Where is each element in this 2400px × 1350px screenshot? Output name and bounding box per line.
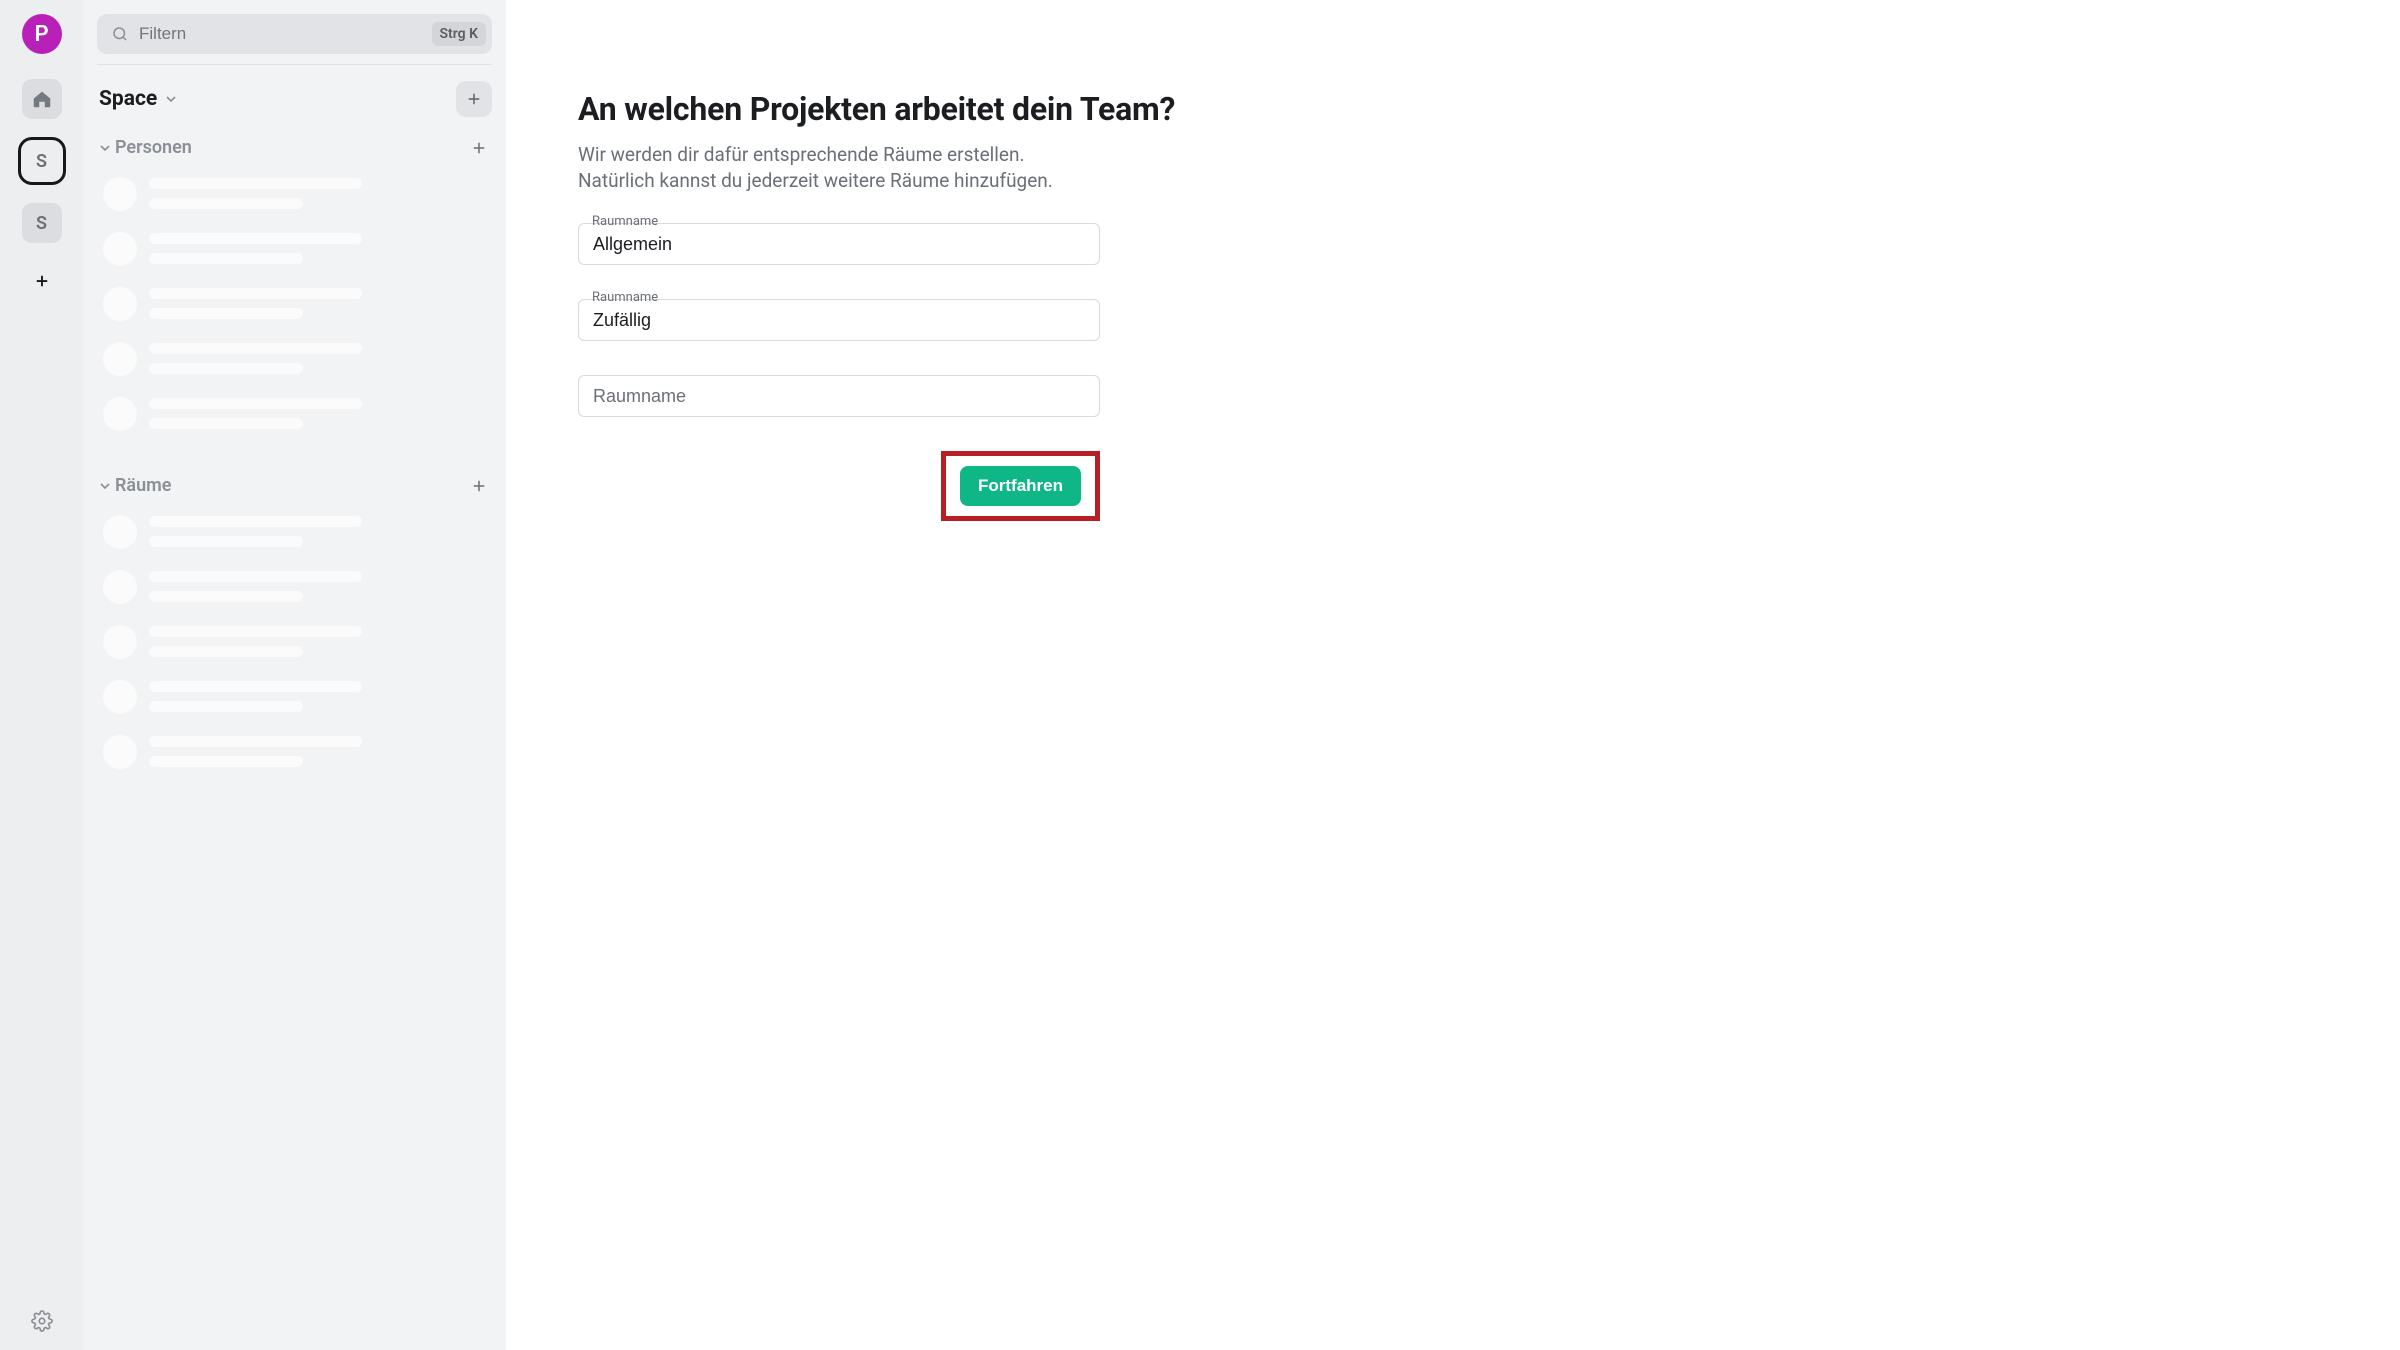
- placeholder-avatar: [103, 287, 137, 321]
- people-section-header: Personen: [97, 137, 492, 166]
- filter-input[interactable]: [139, 24, 432, 44]
- placeholder-line: [149, 418, 303, 429]
- placeholder-avatar: [103, 177, 137, 211]
- room-name-input[interactable]: [578, 299, 1100, 341]
- placeholder-line: [149, 626, 362, 637]
- left-panel: Strg K Space Personen: [83, 0, 506, 1350]
- space-name-label: Space: [99, 87, 157, 111]
- add-space-button[interactable]: [22, 261, 62, 301]
- rooms-section-header: Räume: [97, 475, 492, 504]
- chevron-down-icon: [163, 91, 179, 107]
- settings-button[interactable]: [31, 1310, 53, 1336]
- placeholder-avatar: [103, 625, 137, 659]
- plus-icon: [470, 477, 488, 495]
- placeholder-line: [149, 736, 362, 747]
- placeholder-line: [149, 253, 303, 264]
- people-toggle[interactable]: Personen: [97, 137, 192, 158]
- room-name-input[interactable]: [578, 223, 1100, 265]
- room-name-field: Raumname: [578, 299, 1100, 341]
- placeholder-line: [149, 516, 362, 527]
- invite-person-button[interactable]: [470, 139, 488, 157]
- placeholder-item: [97, 673, 492, 728]
- placeholder-item: [97, 335, 492, 390]
- placeholder-line: [149, 178, 362, 189]
- room-name-form: RaumnameRaumname: [578, 223, 1100, 417]
- rooms-label: Räume: [115, 475, 171, 496]
- placeholder-avatar: [103, 570, 137, 604]
- placeholder-item: [97, 390, 492, 445]
- room-name-field: Raumname: [578, 223, 1100, 265]
- onboarding-panel: An welchen Projekten arbeitet dein Team?…: [506, 0, 2400, 1350]
- space-switcher[interactable]: Space: [99, 87, 179, 111]
- page-heading: An welchen Projekten arbeitet dein Team?: [578, 90, 2360, 128]
- placeholder-line: [149, 591, 303, 602]
- placeholder-line: [149, 233, 362, 244]
- room-name-field: [578, 375, 1100, 417]
- placeholder-item: [97, 728, 492, 783]
- home-button[interactable]: [22, 79, 62, 119]
- placeholder-line: [149, 536, 303, 547]
- placeholder-line: [149, 308, 303, 319]
- shortcut-hint: Strg K: [432, 22, 486, 46]
- placeholder-avatar: [103, 342, 137, 376]
- gear-icon: [31, 1310, 53, 1332]
- placeholder-item: [97, 170, 492, 225]
- divider: [97, 64, 492, 65]
- placeholder-line: [149, 363, 303, 374]
- placeholder-avatar: [103, 515, 137, 549]
- room-name-input[interactable]: [578, 375, 1100, 417]
- space-item[interactable]: S: [22, 203, 62, 243]
- placeholder-avatar: [103, 232, 137, 266]
- user-avatar[interactable]: P: [22, 14, 62, 54]
- chevron-down-icon: [97, 478, 113, 494]
- placeholder-item: [97, 225, 492, 280]
- filter-search[interactable]: Strg K: [97, 14, 492, 54]
- placeholder-line: [149, 198, 303, 209]
- people-label: Personen: [115, 137, 192, 158]
- placeholder-avatar: [103, 397, 137, 431]
- plus-icon: [470, 139, 488, 157]
- placeholder-item: [97, 563, 492, 618]
- rooms-placeholder-list: [97, 508, 492, 783]
- spaces-rail: P S S: [0, 0, 83, 1350]
- placeholder-item: [97, 280, 492, 335]
- continue-button[interactable]: Fortfahren: [960, 466, 1081, 506]
- placeholder-item: [97, 618, 492, 673]
- space-item-selected[interactable]: S: [18, 137, 66, 185]
- page-subtitle: Wir werden dir dafür entsprechende Räume…: [578, 142, 2360, 193]
- chevron-down-icon: [97, 140, 113, 156]
- placeholder-avatar: [103, 680, 137, 714]
- plus-icon: [33, 272, 51, 290]
- people-placeholder-list: [97, 170, 492, 445]
- placeholder-line: [149, 571, 362, 582]
- placeholder-line: [149, 343, 362, 354]
- continue-highlight: Fortfahren: [941, 451, 1100, 521]
- room-name-label: Raumname: [590, 214, 660, 229]
- placeholder-line: [149, 398, 362, 409]
- placeholder-line: [149, 646, 303, 657]
- placeholder-line: [149, 681, 362, 692]
- plus-icon: [465, 90, 483, 108]
- placeholder-avatar: [103, 735, 137, 769]
- search-icon: [111, 25, 129, 43]
- create-room-button[interactable]: [470, 477, 488, 495]
- placeholder-line: [149, 288, 362, 299]
- placeholder-item: [97, 508, 492, 563]
- home-icon: [31, 88, 53, 110]
- add-room-button[interactable]: [456, 81, 492, 117]
- placeholder-line: [149, 701, 303, 712]
- rooms-toggle[interactable]: Räume: [97, 475, 171, 496]
- placeholder-line: [149, 756, 303, 767]
- room-name-label: Raumname: [590, 290, 660, 305]
